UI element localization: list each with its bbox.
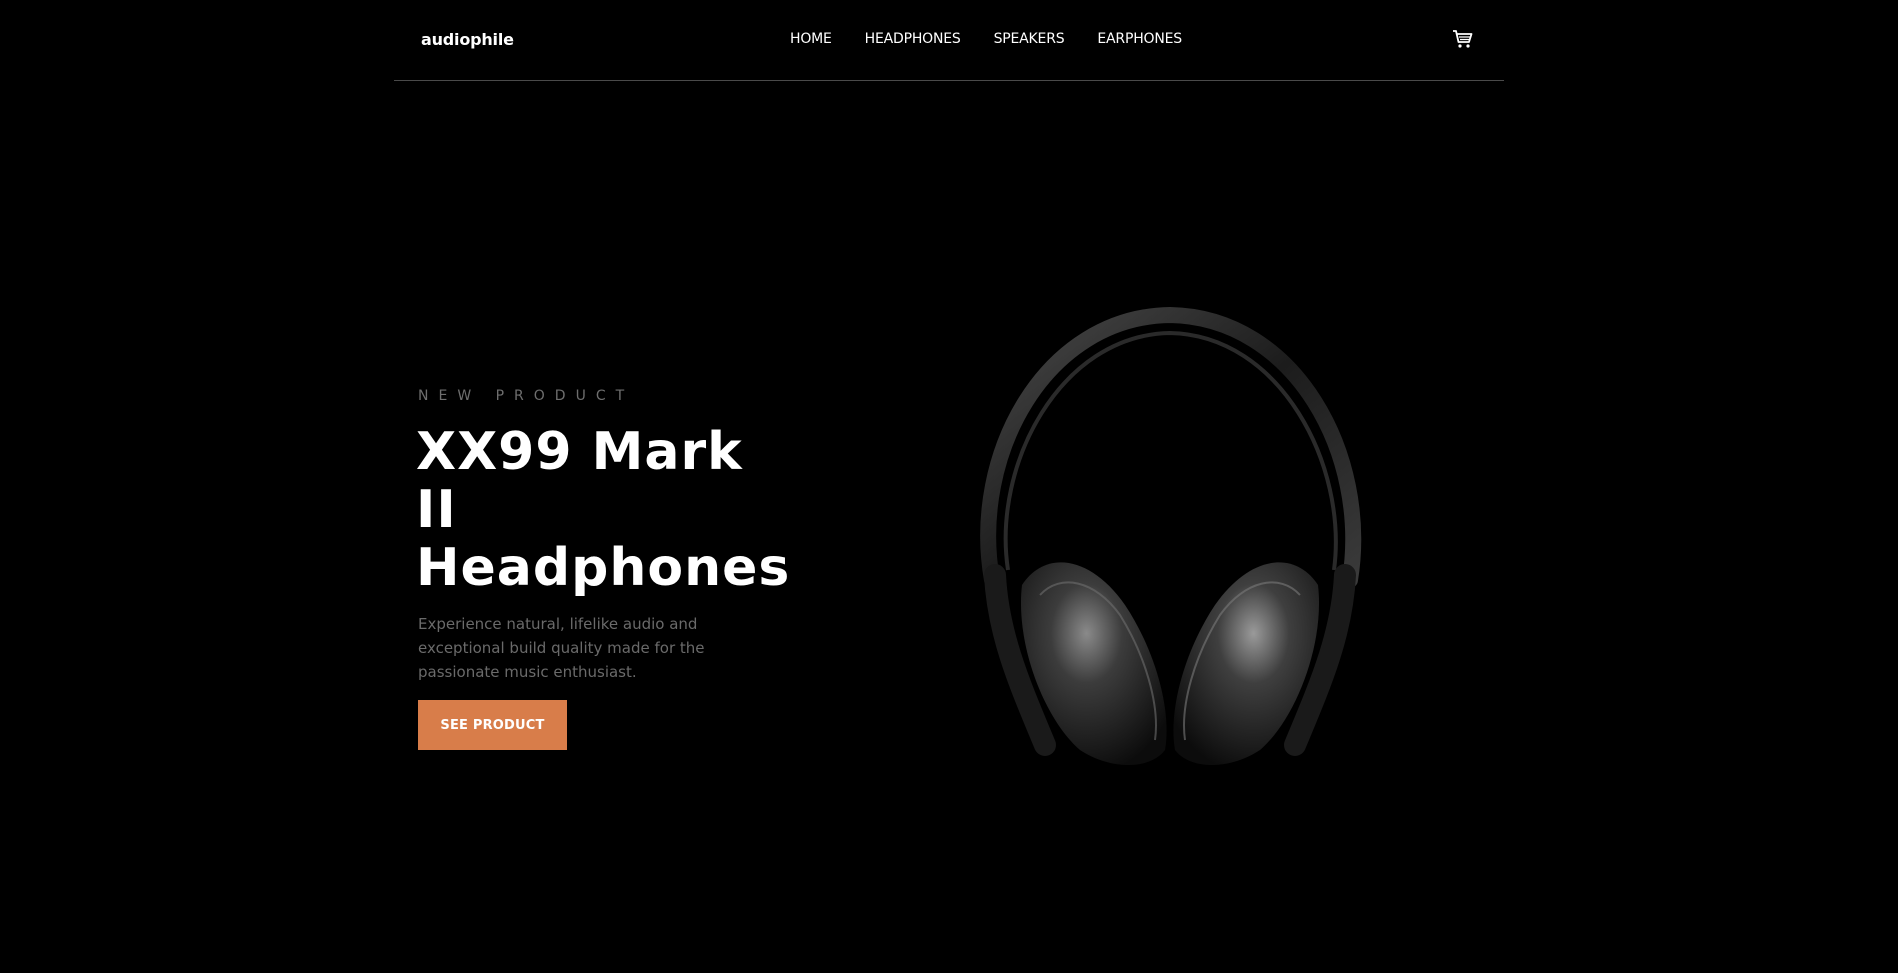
nav-headphones[interactable]: HEADPHONES <box>865 31 961 47</box>
hero-title: XX99 Mark II Headphones <box>416 422 791 598</box>
nav-speakers[interactable]: SPEAKERS <box>994 31 1065 47</box>
see-product-button[interactable]: SEE PRODUCT <box>418 700 567 750</box>
nav-earphones[interactable]: EARPHONES <box>1097 31 1182 47</box>
headphones-image <box>950 305 1390 775</box>
page: audiophile HOME HEADPHONES SPEAKERS EARP… <box>0 0 1898 973</box>
site-header: audiophile HOME HEADPHONES SPEAKERS EARP… <box>394 0 1504 81</box>
logo[interactable]: audiophile <box>421 30 514 49</box>
new-product-label: NEW PRODUCT <box>418 388 635 404</box>
hero-description: Experience natural, lifelike audio and e… <box>418 615 705 681</box>
nav-home[interactable]: HOME <box>790 31 832 47</box>
cart-icon[interactable] <box>1452 28 1474 50</box>
main-nav: HOME HEADPHONES SPEAKERS EARPHONES <box>790 31 1215 47</box>
